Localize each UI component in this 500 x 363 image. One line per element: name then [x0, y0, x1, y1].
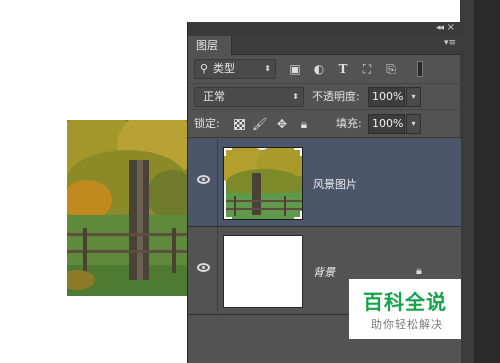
filter-toggle[interactable]	[417, 61, 423, 77]
eye-icon	[197, 263, 210, 272]
canvas-image	[67, 120, 188, 296]
panel-menu-icon[interactable]: ▾≡	[444, 38, 456, 48]
panel-title-bar: ◂◂ ×	[188, 22, 461, 36]
blend-mode-value: 正常	[203, 90, 225, 103]
layer-name-background[interactable]: 背景	[313, 264, 335, 280]
watermark-logo: 百科全说 助你轻松解决	[349, 279, 461, 339]
panel-tab-bar: 图层 ▾≡	[188, 36, 461, 55]
filter-kind-label: 类型	[213, 62, 235, 75]
right-edge-strip	[460, 0, 500, 363]
layer-row-scenery[interactable]: 风景图片	[188, 139, 461, 227]
collapse-icon[interactable]: ◂◂	[436, 23, 444, 33]
blend-mode-select[interactable]: 正常 ⬍	[194, 87, 304, 107]
lock-transparent-pixels-icon[interactable]	[234, 119, 245, 130]
updown-caret-icon: ⬍	[292, 92, 299, 101]
filter-kind-select[interactable]: ⚲ 类型 ⬍	[194, 59, 276, 79]
close-icon[interactable]: ×	[447, 22, 455, 33]
opacity-dropdown[interactable]: ▾	[406, 87, 421, 107]
type-filter-icon[interactable]: T	[336, 63, 350, 75]
opacity-label: 不透明度:	[312, 90, 360, 103]
watermark-subtitle: 助你轻松解决	[371, 318, 443, 331]
visibility-toggle[interactable]	[188, 227, 218, 315]
lock-position-move-icon[interactable]: ✥	[275, 117, 289, 131]
tab-layers[interactable]: 图层	[188, 36, 232, 55]
smart-object-filter-icon[interactable]: ⎘	[384, 63, 398, 75]
fill-input[interactable]: 100%	[368, 114, 405, 134]
image-filter-icon[interactable]: ▣	[288, 63, 302, 75]
filter-row: ⚲ 类型 ⬍ ▣ ◐ T ⛶ ⎘	[188, 55, 461, 83]
adjustment-filter-icon[interactable]: ◐	[312, 63, 326, 75]
opacity-input[interactable]: 100%	[368, 87, 405, 107]
blend-row: 正常 ⬍ 不透明度: 100% ▾	[188, 83, 461, 109]
layer-lock-icon: 🔒︎	[416, 264, 422, 277]
shape-filter-icon[interactable]: ⛶	[360, 63, 374, 75]
updown-caret-icon: ⬍	[264, 64, 271, 73]
search-icon: ⚲	[200, 62, 209, 75]
lock-row: 锁定: 🖌︎ ✥ 🔒︎ 填充: 100% ▾	[188, 109, 461, 138]
visibility-toggle[interactable]	[188, 139, 218, 227]
screen: ◂◂ × 图层 ▾≡ ⚲ 类型 ⬍ ▣ ◐ T ⛶ ⎘ 正常 ⬍ 不透明度: 1…	[0, 0, 500, 363]
fill-dropdown[interactable]: ▾	[406, 114, 421, 134]
watermark-title: 百科全说	[363, 290, 447, 314]
layer-name-scenery[interactable]: 风景图片	[313, 176, 357, 192]
layer-thumbnail-scenery	[223, 147, 303, 220]
eye-icon	[197, 175, 210, 184]
lock-label: 锁定:	[194, 117, 220, 130]
fill-label: 填充:	[336, 117, 362, 130]
layer-thumbnail-background	[223, 235, 303, 308]
lock-image-pixels-brush-icon[interactable]: 🖌︎	[252, 117, 267, 131]
lock-all-icon[interactable]: 🔒︎	[297, 117, 311, 131]
